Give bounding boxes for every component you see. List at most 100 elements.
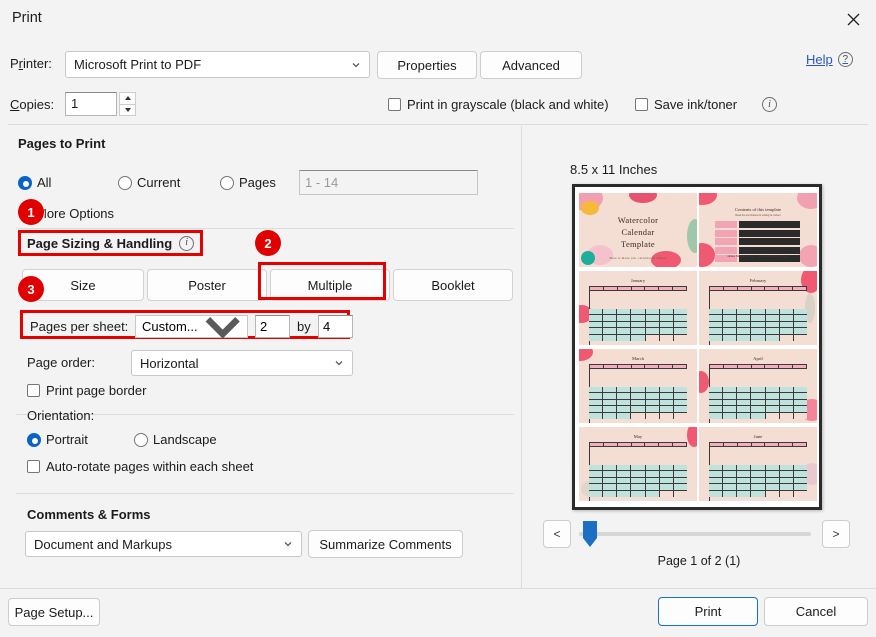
multiple-mode-button[interactable]: Multiple bbox=[270, 269, 390, 301]
save-ink-label: Save ink/toner bbox=[654, 97, 738, 112]
radio-portrait[interactable]: Portrait bbox=[27, 432, 88, 447]
copies-stepper[interactable] bbox=[119, 92, 136, 116]
radio-dot bbox=[18, 175, 32, 190]
preview-month-title: February bbox=[749, 278, 767, 283]
properties-button[interactable]: Properties bbox=[377, 51, 477, 79]
preview-cell-month: May bbox=[579, 427, 697, 501]
radio-current-label: Current bbox=[137, 175, 181, 190]
print-button[interactable]: Print bbox=[658, 597, 758, 626]
print-page-border-label: Print page border bbox=[46, 383, 147, 398]
print-grayscale-checkbox[interactable]: Print in grayscale (black and white) bbox=[388, 97, 609, 112]
preview-toc-footer: slides SLIDE service slides SLIDESGO.com bbox=[699, 254, 817, 258]
info-icon[interactable]: i bbox=[762, 97, 777, 112]
help-link[interactable]: Help ? bbox=[806, 52, 853, 67]
pages-per-sheet-rows-input[interactable]: 2 bbox=[255, 315, 290, 338]
pages-to-print-title: Pages to Print bbox=[18, 136, 106, 151]
preview-cell-month: February bbox=[699, 271, 817, 345]
page-order-select[interactable]: Horizontal bbox=[131, 350, 353, 376]
save-ink-checkbox[interactable]: Save ink/toner bbox=[635, 97, 737, 112]
preview-cell-month: June bbox=[699, 427, 817, 501]
help-link-label: Help bbox=[806, 52, 833, 67]
previous-page-label: < bbox=[553, 527, 561, 541]
pages-per-sheet-select[interactable]: Custom... bbox=[135, 315, 248, 339]
page-order-value: Horizontal bbox=[140, 355, 199, 371]
info-icon[interactable]: i bbox=[179, 235, 195, 251]
preview-title-line-1: Watercolor bbox=[617, 215, 659, 225]
preview-row: Watercolor Calendar Template Here is mad… bbox=[579, 193, 817, 267]
page-setup-label: Page Setup... bbox=[14, 604, 94, 620]
title-bar: Print bbox=[0, 0, 876, 38]
pages-per-sheet-label: Pages per sheet: bbox=[30, 319, 129, 334]
document-preview[interactable]: Watercolor Calendar Template Here is mad… bbox=[572, 184, 822, 510]
summarize-comments-button[interactable]: Summarize Comments bbox=[308, 530, 463, 558]
copies-label: Copies: bbox=[10, 97, 55, 112]
radio-portrait-label: Portrait bbox=[46, 432, 88, 447]
annotation-badge-1: 1 bbox=[18, 199, 44, 225]
radio-current[interactable]: Current bbox=[118, 175, 180, 190]
chevron-down-icon bbox=[335, 361, 343, 366]
printer-label: Printer: bbox=[10, 56, 52, 71]
pages-per-sheet-by-label: by bbox=[297, 319, 311, 334]
poster-mode-button[interactable]: Poster bbox=[147, 269, 267, 301]
close-icon[interactable] bbox=[830, 0, 876, 38]
dialog-footer: Page Setup... Print Cancel bbox=[0, 588, 876, 637]
radio-dot bbox=[27, 432, 41, 447]
preview-row: March April bbox=[579, 349, 817, 423]
next-page-button[interactable]: > bbox=[822, 520, 850, 548]
comments-forms-select[interactable]: Document and Markups bbox=[25, 531, 302, 557]
slider-track[interactable] bbox=[579, 532, 811, 536]
cancel-button-label: Cancel bbox=[795, 604, 837, 619]
page-order-label: Page order: bbox=[27, 355, 95, 370]
checkbox-box bbox=[635, 98, 648, 111]
previous-page-button[interactable]: < bbox=[543, 520, 571, 548]
question-mark-icon: ? bbox=[837, 52, 853, 67]
preview-cell-month: March bbox=[579, 349, 697, 423]
preview-toc-heading: Contents of this template bbox=[734, 207, 782, 212]
radio-pages-label: Pages bbox=[239, 175, 276, 190]
preview-title-line-2: Calendar bbox=[621, 227, 655, 237]
summarize-comments-label: Summarize Comments bbox=[319, 536, 452, 552]
preview-cell-title: Watercolor Calendar Template Here is mad… bbox=[579, 193, 697, 267]
preview-calendar-grid bbox=[589, 442, 687, 501]
advanced-button[interactable]: Advanced bbox=[480, 51, 582, 79]
auto-rotate-checkbox[interactable]: Auto-rotate pages within each sheet bbox=[27, 459, 253, 474]
page-slider[interactable] bbox=[579, 521, 811, 547]
preview-month-title: April bbox=[753, 356, 763, 361]
checkbox-box bbox=[27, 384, 40, 397]
preview-title-line-3: Template bbox=[621, 239, 655, 249]
radio-pages[interactable]: Pages bbox=[220, 175, 276, 190]
preview-calendar-grid bbox=[709, 286, 807, 345]
preview-calendar-grid bbox=[709, 364, 807, 423]
advanced-button-label: Advanced bbox=[502, 57, 560, 73]
print-page-border-checkbox[interactable]: Print page border bbox=[27, 383, 146, 398]
copies-input[interactable]: 1 bbox=[65, 92, 117, 116]
comments-forms-title: Comments & Forms bbox=[27, 507, 151, 522]
radio-all[interactable]: All bbox=[18, 175, 51, 190]
pages-per-sheet-value: Custom... bbox=[142, 319, 198, 334]
more-options-link[interactable]: More Options bbox=[36, 206, 114, 221]
pages-range-input[interactable]: 1 - 14 bbox=[299, 170, 478, 195]
copies-decrement-button[interactable] bbox=[119, 104, 136, 116]
preview-month-title: June bbox=[753, 434, 763, 439]
checkbox-box bbox=[388, 98, 401, 111]
page-indicator: Page 1 of 2 (1) bbox=[657, 554, 741, 568]
slider-thumb[interactable] bbox=[583, 521, 597, 547]
divider bbox=[16, 493, 514, 494]
copies-increment-button[interactable] bbox=[119, 92, 136, 105]
booklet-mode-button[interactable]: Booklet bbox=[393, 269, 513, 301]
radio-landscape-label: Landscape bbox=[153, 432, 217, 447]
printer-select[interactable]: Microsoft Print to PDF bbox=[65, 51, 370, 78]
paper-size-label: 8.5 x 11 Inches bbox=[570, 162, 658, 177]
preview-cell-month: April bbox=[699, 349, 817, 423]
pages-per-sheet-cols-input[interactable]: 4 bbox=[318, 315, 353, 338]
cancel-button[interactable]: Cancel bbox=[764, 597, 868, 626]
preview-cell-contents: Contents of this template Read the text … bbox=[699, 193, 817, 267]
poster-mode-label: Poster bbox=[188, 277, 226, 293]
radio-landscape[interactable]: Landscape bbox=[134, 432, 217, 447]
divider bbox=[16, 228, 514, 229]
chevron-down-icon bbox=[205, 316, 240, 339]
page-sizing-title-highlight: Page Sizing & Handling i bbox=[18, 230, 204, 256]
preview-calendar-grid bbox=[589, 286, 687, 345]
page-setup-button[interactable]: Page Setup... bbox=[8, 598, 100, 626]
radio-dot bbox=[134, 432, 148, 447]
